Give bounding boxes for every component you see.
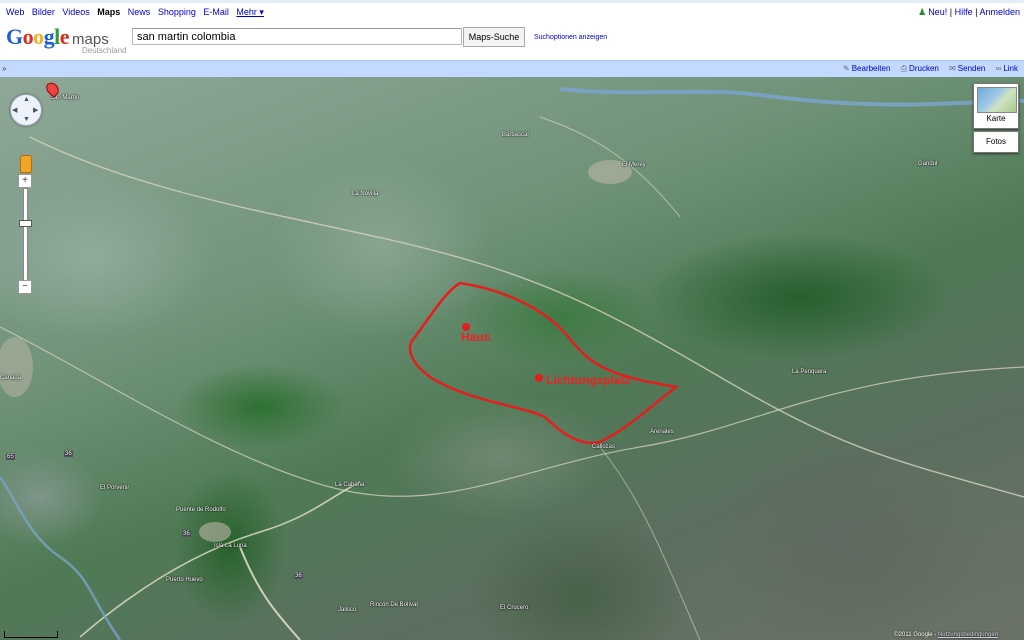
route-shield: 36	[294, 573, 303, 579]
edit-icon: ✎	[843, 64, 850, 73]
nav-maps: Maps	[97, 7, 121, 17]
place-label: Canada	[0, 375, 22, 381]
google-bar: Web Bilder Videos Maps News Shopping E-M…	[0, 0, 1024, 20]
settlement-area	[199, 522, 231, 542]
header: Googlemaps Deutschland Maps-Suche Suchop…	[0, 20, 1024, 60]
place-label: Gandul	[918, 161, 938, 167]
nav-shopping[interactable]: Shopping	[158, 7, 196, 17]
map-thumbnail	[977, 87, 1017, 113]
separator: |	[975, 7, 978, 17]
road	[599, 446, 701, 640]
road	[79, 481, 361, 638]
road	[0, 326, 1024, 497]
pan-control[interactable]: ▲ ◀ ▶ ▼	[10, 94, 42, 126]
sign-in-link[interactable]: Anmelden	[979, 7, 1020, 17]
logo-letter: o	[33, 24, 44, 49]
zoom-in-button[interactable]: +	[18, 174, 32, 188]
map-type-button[interactable]: Karte	[973, 83, 1019, 129]
copyright-text: ©2011 Google -	[894, 632, 937, 638]
help-link[interactable]: Hilfe	[955, 7, 973, 17]
separator: |	[949, 7, 953, 17]
place-label: Rincón De Bolívar	[370, 602, 419, 608]
nav-email[interactable]: E-Mail	[203, 7, 229, 17]
place-label: El Porvenir	[100, 485, 130, 491]
nav-videos[interactable]: Videos	[62, 7, 89, 17]
pan-left-icon[interactable]: ◀	[12, 106, 17, 114]
place-label: La Cabaña	[335, 482, 365, 488]
place-label: Puente de Rodolfo	[176, 507, 226, 513]
place-label: Jalisco	[338, 607, 357, 613]
collapse-panel-button[interactable]: »	[2, 64, 6, 73]
satellite-map[interactable]: San Martín Barbascal El Merey La Novilla…	[0, 77, 1024, 640]
printer-icon: ⎙	[900, 64, 908, 73]
place-label: La Novilla	[352, 191, 379, 197]
zoom-slider-thumb[interactable]	[19, 220, 32, 228]
print-label: Drucken	[909, 64, 939, 73]
road	[239, 546, 301, 640]
edit-label: Bearbeiten	[851, 64, 891, 73]
nav-web[interactable]: Web	[6, 7, 24, 17]
route-shield: 36	[182, 531, 191, 537]
river	[559, 87, 1024, 107]
link-label: Link	[1003, 64, 1018, 73]
place-label: El Crucero	[500, 605, 529, 611]
google-maps-logo[interactable]: Google maps Deutschland	[6, 24, 126, 58]
nav-images[interactable]: Bilder	[32, 7, 55, 17]
clearing-marker	[535, 374, 543, 382]
place-label: La Penquera	[792, 369, 827, 375]
logo-letter: G	[6, 24, 23, 49]
route-shield: 65	[6, 454, 15, 460]
send-button[interactable]: ✉ Senden	[949, 64, 985, 73]
edit-button[interactable]: ✎ Bearbeiten	[843, 64, 890, 73]
place-label: Callozas	[592, 444, 616, 450]
send-label: Senden	[957, 64, 986, 73]
place-label: Isla La Luna	[214, 543, 247, 549]
envelope-icon: ✉	[949, 64, 956, 73]
place-label: Arenales	[650, 429, 674, 435]
zoom-slider-track[interactable]	[23, 188, 28, 282]
nav-more[interactable]: Mehr ▾	[236, 7, 264, 17]
place-label: Puerto Huevo	[166, 577, 203, 583]
print-button[interactable]: ⎙ Drucken	[901, 64, 939, 73]
maps-search-button[interactable]: Maps-Suche	[463, 27, 525, 47]
place-label: El Merey	[622, 162, 646, 168]
settlement-area	[0, 337, 33, 397]
map-overlay	[0, 87, 1024, 640]
annotation-clearing: Lichtungsplatz	[546, 373, 631, 387]
new-pin-icon: ♟	[918, 7, 927, 17]
pan-up-icon[interactable]: ▲	[23, 96, 30, 103]
search-input[interactable]	[132, 28, 462, 45]
logo-letter: g	[43, 24, 55, 49]
map-toolbar: » ✎ Bearbeiten ⎙ Drucken ✉ Senden ∞ Link	[0, 60, 1024, 77]
new-features-link[interactable]: Neu!	[928, 7, 947, 17]
account-links: ♟ Neu! | Hilfe | Anmelden	[918, 7, 1020, 18]
terms-link[interactable]: Nutzungsbedingungen	[938, 632, 998, 638]
search-options-link[interactable]: Suchoptionen anzeigen	[534, 34, 607, 41]
scale-bar	[4, 631, 58, 638]
zoom-out-button[interactable]: −	[18, 280, 32, 294]
street-view-pegman-icon[interactable]	[20, 155, 32, 173]
copyright-notice: ©2011 Google - Nutzungsbedingungen	[894, 632, 998, 638]
route-shield: 36	[64, 451, 73, 457]
logo-google: Google	[6, 24, 70, 49]
road	[29, 136, 1024, 498]
product-nav: Web Bilder Videos Maps News Shopping E-M…	[6, 7, 269, 18]
photos-button[interactable]: Fotos	[973, 131, 1019, 153]
chain-link-icon: ∞	[995, 64, 1002, 73]
drawn-boundary	[408, 281, 680, 445]
link-button[interactable]: ∞ Link	[996, 64, 1018, 73]
nav-news[interactable]: News	[128, 7, 151, 17]
logo-letter: e	[59, 24, 70, 49]
place-label: Barbascal	[502, 132, 529, 138]
annotation-house: Haus	[461, 330, 491, 344]
map-type-label: Karte	[986, 114, 1006, 123]
map-tools: ✎ Bearbeiten ⎙ Drucken ✉ Senden ∞ Link	[835, 64, 1018, 74]
pan-right-icon[interactable]: ▶	[33, 106, 38, 114]
logo-region: Deutschland	[82, 46, 127, 55]
river	[0, 476, 122, 640]
pan-down-icon[interactable]: ▼	[23, 116, 30, 123]
logo-letter: o	[22, 24, 34, 49]
